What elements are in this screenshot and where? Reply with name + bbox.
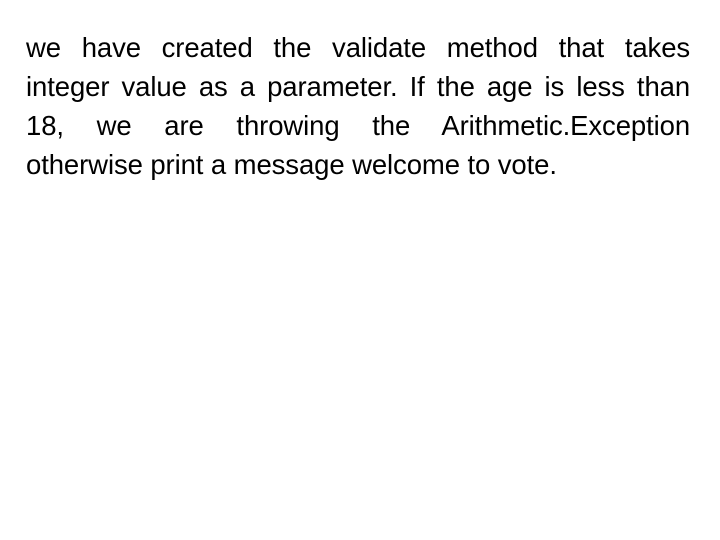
slide-canvas: we have created the validate method that… bbox=[0, 0, 720, 540]
text-line-4: otherwise print a message welcome to vot… bbox=[26, 149, 557, 180]
body-paragraph: we have created the validate method that… bbox=[26, 28, 690, 184]
text-line-3: 18, we are throwing the Arithmetic.Excep… bbox=[26, 110, 691, 141]
body-text-block: we have created the validate method that… bbox=[26, 28, 690, 184]
text-line-1: we have created the validate method that… bbox=[26, 32, 691, 63]
text-line-2: integer value as a parameter. If the age… bbox=[26, 71, 691, 102]
